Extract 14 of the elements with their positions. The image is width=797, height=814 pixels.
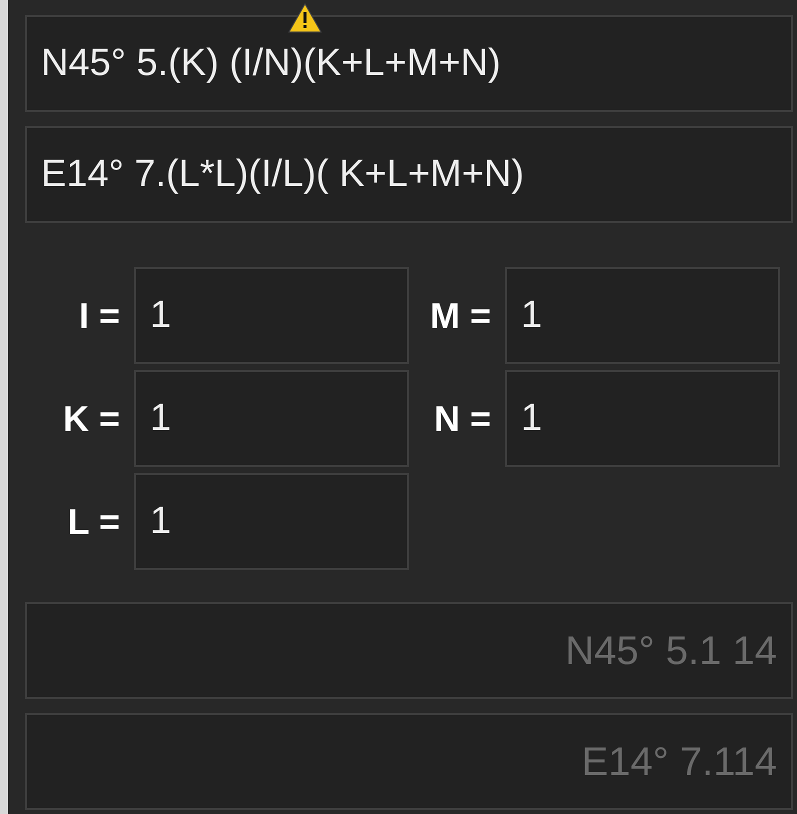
variable-input[interactable]: 1 xyxy=(134,267,409,364)
variable-label: M = xyxy=(428,294,492,338)
formula-field[interactable]: E14° 7.(L*L)(I/L)( K+L+M+N) xyxy=(25,126,793,223)
formula-field[interactable]: N45° 5.(K) (I/N)(K+L+M+N) xyxy=(25,15,793,112)
variable-label: K = xyxy=(62,396,121,440)
variable-input[interactable]: 1 xyxy=(505,267,780,364)
variable-label: I = xyxy=(78,294,121,338)
variable-label: L = xyxy=(66,500,121,544)
variable-input[interactable]: 1 xyxy=(505,370,780,467)
result-field: E14° 7.114 xyxy=(25,713,793,810)
variable-input[interactable]: 1 xyxy=(134,370,409,467)
variable-label: N = xyxy=(432,396,492,440)
result-field: N45° 5.1 14 xyxy=(25,602,793,699)
variable-input[interactable]: 1 xyxy=(134,473,409,570)
